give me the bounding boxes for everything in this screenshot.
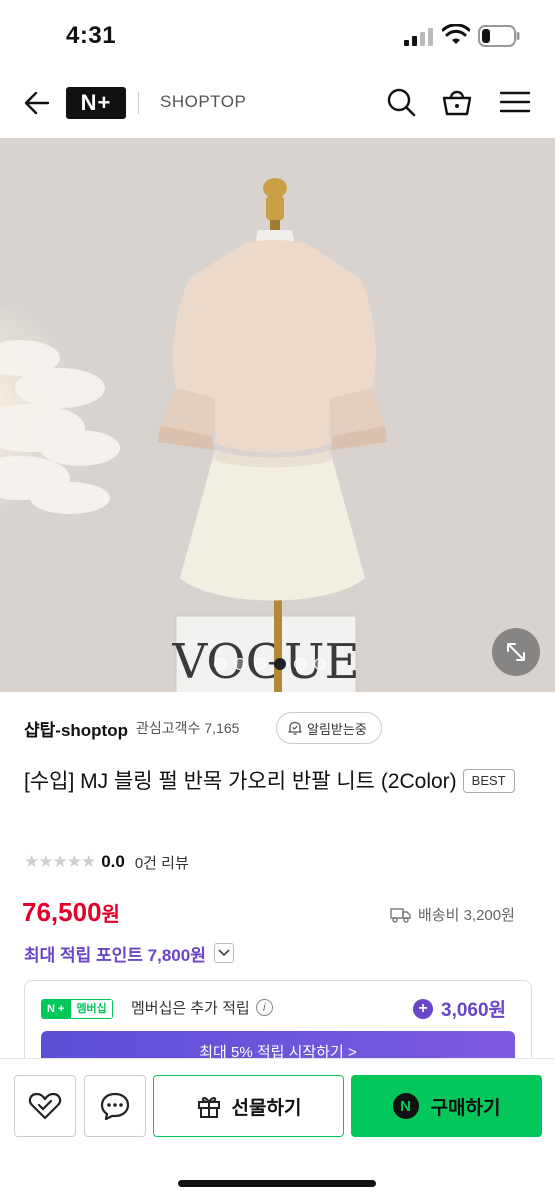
nav-divider [138, 92, 139, 114]
expand-icon [507, 643, 525, 661]
search-icon[interactable] [384, 85, 418, 119]
product-title-text: [수입] MJ 블링 펄 반목 가오리 반팔 니트 (2Color) [24, 770, 457, 793]
naver-plus-logo[interactable]: N+ [66, 87, 126, 119]
gift-button[interactable]: 선물하기 [153, 1075, 344, 1137]
plus-circle-icon: + [413, 999, 433, 1019]
status-bar: 4:31 [0, 0, 555, 72]
status-time: 4:31 [66, 22, 117, 49]
membership-badge: N + 멤버십 [41, 999, 113, 1019]
price-amount: 76,500 [22, 897, 102, 927]
rating-row[interactable]: ★★★★★ 0.0 0건 리뷰 [24, 850, 189, 874]
price-unit: 원 [101, 904, 120, 926]
gift-label: 선물하기 [231, 1097, 302, 1119]
review-count[interactable]: 0건 리뷰 [135, 852, 189, 873]
info-icon[interactable]: i [255, 999, 273, 1016]
delivery-truck-icon [390, 907, 411, 923]
product-title: [수입] MJ 블링 펄 반목 가오리 반팔 니트 (2Color) BEST [24, 764, 524, 800]
carousel-dot[interactable] [254, 658, 266, 670]
shopping-basket-icon[interactable] [440, 85, 474, 119]
best-badge: BEST [462, 769, 515, 793]
wifi-icon [442, 24, 470, 44]
carousel-dots [214, 657, 344, 671]
alarm-label: 알림받는중 [307, 721, 367, 737]
shop-name[interactable]: SHOPTOP [160, 92, 246, 112]
fav-label: 관심고객수 [135, 720, 201, 736]
seller-name[interactable]: 샵탑-shoptop [24, 716, 128, 741]
naver-plus-badge: N + [41, 999, 71, 1019]
max-points-label: 최대 적립 포인트 7,800원 [24, 945, 206, 965]
membership-text-label: 멤버십은 추가 적립 [131, 1000, 250, 1017]
fav-count: 7,165 [204, 720, 240, 736]
price: 76,500원 [22, 897, 120, 928]
hamburger-menu-icon[interactable] [498, 85, 532, 119]
buy-label: 구매하기 [430, 1097, 501, 1119]
star-rating-icons: ★★★★★ [24, 852, 96, 871]
shipping-info: 배송비 3,200원 [390, 904, 515, 925]
carousel-dot[interactable] [314, 658, 326, 670]
carousel-dot[interactable] [234, 658, 246, 670]
battery-icon [478, 25, 520, 47]
membership-text: 멤버십은 추가 적립 i [131, 997, 273, 1018]
chat-bubble-icon [100, 1092, 130, 1121]
top-nav: N+ SHOPTOP [0, 72, 555, 138]
shipping-fee: 배송비 3,200원 [418, 907, 515, 924]
wishlist-button[interactable] [14, 1075, 76, 1137]
carousel-dot[interactable] [214, 658, 226, 670]
buy-button[interactable]: N 구매하기 [351, 1075, 542, 1137]
back-arrow-icon[interactable] [18, 86, 52, 120]
expand-image-button[interactable] [492, 628, 540, 676]
chevron-down-icon[interactable] [213, 943, 234, 963]
carousel-dot[interactable] [294, 658, 306, 670]
membership-amount: 3,060원 [441, 1000, 507, 1021]
carousel-dot-active[interactable] [274, 658, 286, 670]
heart-check-icon [28, 1092, 62, 1120]
product-image-carousel[interactable]: VOGUE [0, 138, 555, 692]
signal-icon [404, 28, 433, 46]
seller-row: 샵탑-shoptop 관심고객수 7,165 [24, 712, 239, 744]
max-points-row[interactable]: 최대 적립 포인트 7,800원 [24, 940, 234, 966]
talk-talk-button[interactable] [84, 1075, 146, 1137]
alarm-subscribe-button[interactable]: 알림받는중 [276, 712, 382, 744]
rating-value: 0.0 [101, 852, 125, 871]
gift-icon [197, 1096, 220, 1118]
product-photo: VOGUE [0, 138, 555, 692]
naver-n-icon: N [392, 1093, 419, 1119]
bottom-action-bar: 선물하기 N 구매하기 [0, 1058, 555, 1200]
home-indicator[interactable] [178, 1180, 376, 1187]
membership-badge-label: 멤버십 [70, 999, 113, 1019]
bell-check-icon [288, 721, 302, 735]
